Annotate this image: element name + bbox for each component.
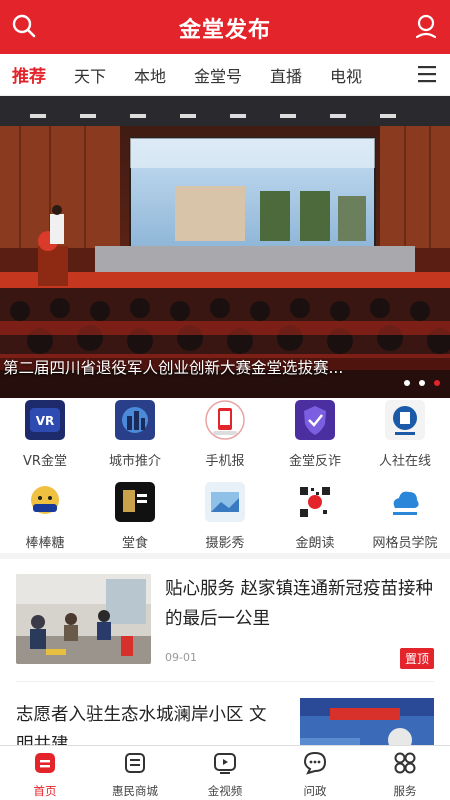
photo-show-icon	[205, 482, 245, 522]
pinned-badge: 置顶	[399, 648, 434, 669]
tab-jintang-account[interactable]: 金堂号	[194, 63, 242, 87]
nav-label: 金视频	[207, 784, 243, 798]
grid-academy-icon	[385, 482, 425, 522]
banner-caption[interactable]: 第二届四川省退役军人创业创新大赛金堂选拔赛...	[3, 356, 343, 378]
news-item[interactable]: 志愿者入驻生态水城澜岸小区 文明共建……	[0, 690, 450, 750]
shortcut-vr-jintang[interactable]: VR VR金堂	[0, 400, 90, 469]
social-security-icon	[385, 400, 425, 440]
tab-world[interactable]: 天下	[74, 63, 106, 87]
shortcut-mobile-news[interactable]: 手机报	[180, 400, 270, 469]
list-divider	[16, 681, 434, 682]
shop-icon	[125, 753, 145, 773]
nav-services[interactable]: 服务	[360, 750, 450, 799]
news-title[interactable]: 志愿者入驻生态水城澜岸小区 文明共建……	[16, 700, 281, 750]
tab-recommend[interactable]: 推荐	[12, 62, 46, 87]
nav-video[interactable]: 金视频	[180, 750, 270, 799]
vr-icon: VR	[25, 400, 65, 440]
shortcut-anti-fraud[interactable]: 金堂反诈	[270, 400, 360, 469]
shortcut-dining[interactable]: 堂食	[90, 482, 180, 551]
shortcut-label: 城市推介	[108, 454, 161, 469]
carousel-dot[interactable]	[404, 380, 410, 386]
shortcut-city-promo[interactable]: 城市推介	[90, 400, 180, 469]
shortcut-label: 网格员学院	[372, 536, 438, 551]
shortcut-label: 摄影秀	[205, 536, 245, 551]
user-profile-icon[interactable]	[412, 12, 440, 40]
news-item[interactable]: 贴心服务 赵家镇连通新冠疫苗接种的最后一公里 09-01 置顶	[0, 559, 450, 679]
nav-shop[interactable]: 惠民商城	[90, 750, 180, 799]
nav-inquiry[interactable]: 问政	[270, 750, 360, 799]
shortcut-label: 堂食	[121, 536, 148, 551]
shortcut-label: 棒棒糖	[25, 536, 65, 551]
shortcut-photo-show[interactable]: 摄影秀	[180, 482, 270, 551]
reading-icon	[295, 482, 335, 522]
news-thumbnail	[300, 698, 434, 750]
home-icon	[35, 753, 55, 773]
tab-local[interactable]: 本地	[134, 63, 166, 87]
carousel-dot-active[interactable]	[434, 380, 440, 386]
banner-image	[0, 96, 450, 398]
shortcut-grid: VR VR金堂 城市推介 手机报 金堂反诈 人社在线 棒棒糖 堂食 摄影秀 金朗…	[0, 398, 450, 553]
nav-label: 惠民商城	[112, 784, 158, 798]
news-thumbnail	[16, 574, 151, 664]
shortcut-label: 金堂反诈	[288, 454, 341, 469]
city-promo-icon	[115, 400, 155, 440]
tab-tv[interactable]: 电视	[330, 63, 362, 87]
app-header: 金堂发布	[0, 0, 450, 54]
shortcut-label: VR金堂	[23, 454, 67, 469]
mobile-news-icon	[205, 400, 245, 440]
carousel-dot[interactable]	[419, 380, 425, 386]
channel-tabs: 推荐 天下 本地 金堂号 直播 电视	[0, 54, 450, 96]
menu-icon[interactable]	[416, 64, 438, 84]
chat-icon	[303, 751, 327, 775]
shortcut-label: 金朗读	[295, 536, 335, 551]
news-title[interactable]: 贴心服务 赵家镇连通新冠疫苗接种的最后一公里	[165, 574, 440, 634]
banner-carousel[interactable]: 第二届四川省退役军人创业创新大赛金堂选拔赛...	[0, 96, 450, 398]
nav-home[interactable]: 首页	[0, 750, 90, 799]
shortcut-social-security[interactable]: 人社在线	[360, 400, 450, 469]
bottom-navigation: 首页 惠民商城 金视频 问政 服务	[0, 745, 450, 800]
nav-label: 服务	[393, 784, 417, 798]
shortcut-lollipop[interactable]: 棒棒糖	[0, 482, 90, 551]
carousel-indicator	[395, 371, 440, 390]
dining-icon	[115, 482, 155, 522]
app-title: 金堂发布	[178, 17, 271, 43]
anti-fraud-icon	[295, 400, 335, 440]
shortcut-grid-academy[interactable]: 网格员学院	[360, 482, 450, 551]
nav-label: 首页	[33, 784, 57, 798]
video-icon	[214, 753, 236, 774]
shortcut-label: 手机报	[205, 454, 245, 469]
svg-text:VR: VR	[36, 414, 55, 428]
tab-live[interactable]: 直播	[270, 63, 302, 87]
services-icon	[394, 752, 416, 774]
nav-label: 问政	[303, 784, 327, 798]
news-date: 09-01	[165, 651, 197, 664]
lollipop-icon	[25, 482, 65, 522]
shortcut-reading[interactable]: 金朗读	[270, 482, 360, 551]
shortcut-label: 人社在线	[378, 454, 431, 469]
